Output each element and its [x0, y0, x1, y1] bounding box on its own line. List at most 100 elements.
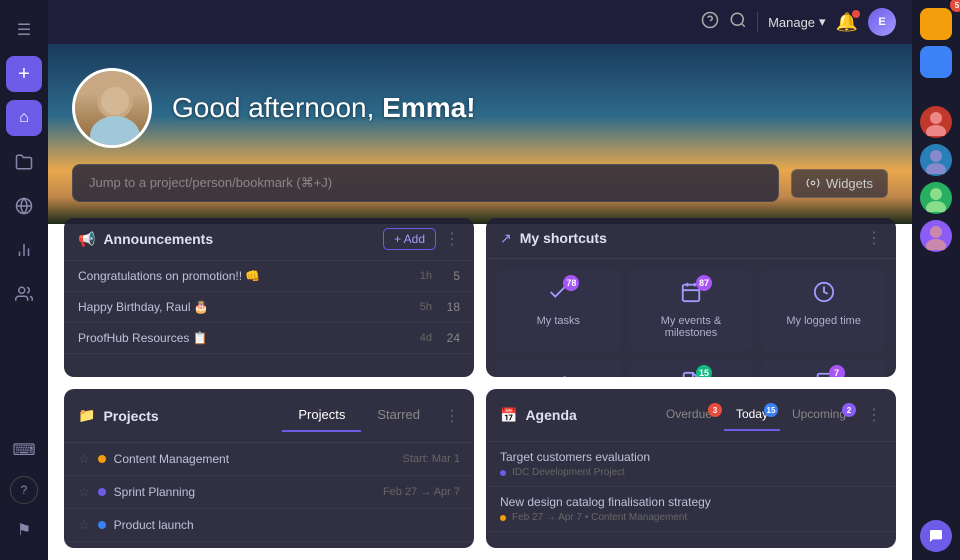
ann-meta-3: 4d: [420, 332, 432, 344]
sidebar-item-flag[interactable]: ⚑: [6, 512, 42, 548]
shortcut-stickies[interactable]: 15 Stickies: [629, 359, 754, 377]
announcement-item-2[interactable]: Happy Birthday, Raul 🎂 5h 18: [64, 292, 474, 323]
overdue-badge: 3: [708, 403, 722, 417]
search-bar[interactable]: Jump to a project/person/bookmark (⌘+J): [72, 164, 779, 202]
search-icon[interactable]: [729, 11, 747, 34]
user-avatar-header[interactable]: E: [868, 8, 896, 36]
announcements-icon: 📢: [78, 231, 95, 248]
workspace-square-yellow[interactable]: [920, 8, 952, 40]
project-name-3: Product launch: [114, 518, 452, 532]
projects-icon: 📁: [78, 407, 95, 424]
announcements-header: 📢 Announcements + Add ⋮: [64, 218, 474, 261]
project-item-3[interactable]: ☆ Product launch: [64, 509, 474, 542]
announcement-item-3[interactable]: ProofHub Resources 📋 4d 24: [64, 323, 474, 354]
user-avatar: [72, 68, 152, 148]
agenda-title: Agenda: [525, 407, 576, 423]
project-item-2[interactable]: ☆ Sprint Planning Feb 27 → Apr 7: [64, 476, 474, 509]
shortcut-bookmarks[interactable]: 7 Bookmarks: [761, 359, 886, 377]
welcome-section: Good afternoon, Emma!: [48, 44, 912, 164]
agenda-title-1: Target customers evaluation: [500, 450, 882, 464]
sidebar-item-keyboard[interactable]: ⌨: [6, 432, 42, 468]
workspace-square-blue[interactable]: [920, 46, 952, 78]
sidebar-item-home[interactable]: ⌂: [6, 100, 42, 136]
tasks-icon: 78: [547, 281, 569, 309]
shortcuts-more-icon[interactable]: ⋮: [866, 228, 882, 248]
project-name-1: Content Management: [114, 452, 395, 466]
add-announcement-button[interactable]: + Add: [383, 228, 436, 250]
stickies-badge: 15: [696, 365, 712, 377]
sidebar-item-menu[interactable]: ☰: [6, 12, 42, 48]
bookmarks-icon: 7: [813, 371, 835, 377]
projects-header: 📁 Projects Projects Starred ⋮: [64, 389, 474, 443]
person-avatar-3[interactable]: [920, 182, 952, 214]
ann-meta-1: 1h: [420, 270, 432, 282]
sidebar-item-chart[interactable]: [6, 232, 42, 268]
ann-count-1: 5: [440, 269, 460, 283]
stickies-icon: 15: [680, 371, 702, 377]
notification-icon[interactable]: 🔔: [836, 12, 858, 33]
help-icon[interactable]: [701, 11, 719, 34]
sidebar-item-people[interactable]: [6, 276, 42, 312]
agenda-tab-bar: Overdue 3 Today 15 Upcoming 2: [654, 399, 858, 431]
shortcut-logged-time[interactable]: My logged time: [761, 269, 886, 351]
tab-overdue[interactable]: Overdue 3: [654, 399, 724, 431]
widgets-label: Widgets: [826, 176, 873, 191]
tasks-label: My tasks: [537, 315, 580, 327]
ann-text-2: Happy Birthday, Raul 🎂: [78, 300, 412, 314]
welcome-greeting: Good afternoon, Emma!: [172, 92, 476, 124]
agenda-more-icon[interactable]: ⋮: [866, 405, 882, 425]
shortcut-events[interactable]: 87 My events & milestones: [629, 269, 754, 351]
project-dot-2: [98, 488, 106, 496]
chat-button[interactable]: [920, 520, 952, 552]
manage-button[interactable]: Manage ▾: [768, 14, 826, 30]
announcements-panel: 📢 Announcements + Add ⋮ Congratulations …: [64, 218, 474, 377]
shortcuts-actions: ⋮: [866, 228, 882, 248]
project-dot-3: [98, 521, 106, 529]
person-badge-2: 5: [950, 0, 960, 12]
projects-title: Projects: [103, 408, 158, 424]
tab-projects[interactable]: Projects: [282, 399, 361, 432]
shortcut-activities[interactable]: My activities: [496, 359, 621, 377]
tab-starred[interactable]: Starred: [361, 399, 436, 432]
tasks-badge: 78: [563, 275, 579, 291]
chevron-down-icon: ▾: [819, 14, 826, 30]
events-badge: 87: [696, 275, 712, 291]
upcoming-badge: 2: [842, 403, 856, 417]
bookmarks-badge: 7: [829, 365, 845, 377]
sidebar-item-help[interactable]: ?: [10, 476, 38, 504]
projects-actions: Projects Starred ⋮: [282, 399, 460, 432]
projects-panel: 📁 Projects Projects Starred ⋮ ☆ Content …: [64, 389, 474, 548]
avatar-image: [75, 71, 149, 145]
shortcut-my-tasks[interactable]: 78 My tasks: [496, 269, 621, 351]
person-avatar-1[interactable]: [920, 106, 952, 138]
project-date-2: Feb 27 → Apr 7: [383, 486, 460, 498]
events-icon: 87: [680, 281, 702, 309]
ann-text-3: ProofHub Resources 📋: [78, 331, 412, 345]
project-name-2: Sprint Planning: [114, 485, 375, 499]
star-icon-2[interactable]: ☆: [78, 484, 90, 500]
top-header: Manage ▾ 🔔 E: [48, 0, 912, 44]
sidebar-item-add[interactable]: +: [6, 56, 42, 92]
username: Emma!: [382, 92, 475, 123]
left-sidebar: ☰ + ⌂ ⌨ ? ⚑: [0, 0, 48, 560]
sidebar-item-folder[interactable]: [6, 144, 42, 180]
person-avatar-2[interactable]: 5: [920, 144, 952, 176]
person-avatar-4[interactable]: [920, 220, 952, 252]
agenda-icon: 📅: [500, 407, 517, 424]
shortcuts-title: My shortcuts: [520, 230, 607, 246]
project-item-1[interactable]: ☆ Content Management Start: Mar 1: [64, 443, 474, 476]
announcement-item-1[interactable]: Congratulations on promotion!! 👊 1h 5: [64, 261, 474, 292]
activities-icon: [547, 371, 569, 377]
announcements-more-icon[interactable]: ⋮: [444, 229, 460, 249]
agenda-item-2[interactable]: New design catalog finalisation strategy…: [486, 487, 896, 532]
widgets-button[interactable]: Widgets: [791, 169, 888, 198]
tab-upcoming[interactable]: Upcoming 2: [780, 399, 858, 431]
star-icon-3[interactable]: ☆: [78, 517, 90, 533]
tab-today[interactable]: Today 15: [724, 399, 780, 431]
star-icon-1[interactable]: ☆: [78, 451, 90, 467]
agenda-item-1[interactable]: Target customers evaluation IDC Developm…: [486, 442, 896, 487]
agenda-header: 📅 Agenda Overdue 3 Today 15: [486, 389, 896, 442]
today-badge: 15: [764, 403, 778, 417]
sidebar-item-globe[interactable]: [6, 188, 42, 224]
projects-more-icon[interactable]: ⋮: [444, 406, 460, 426]
